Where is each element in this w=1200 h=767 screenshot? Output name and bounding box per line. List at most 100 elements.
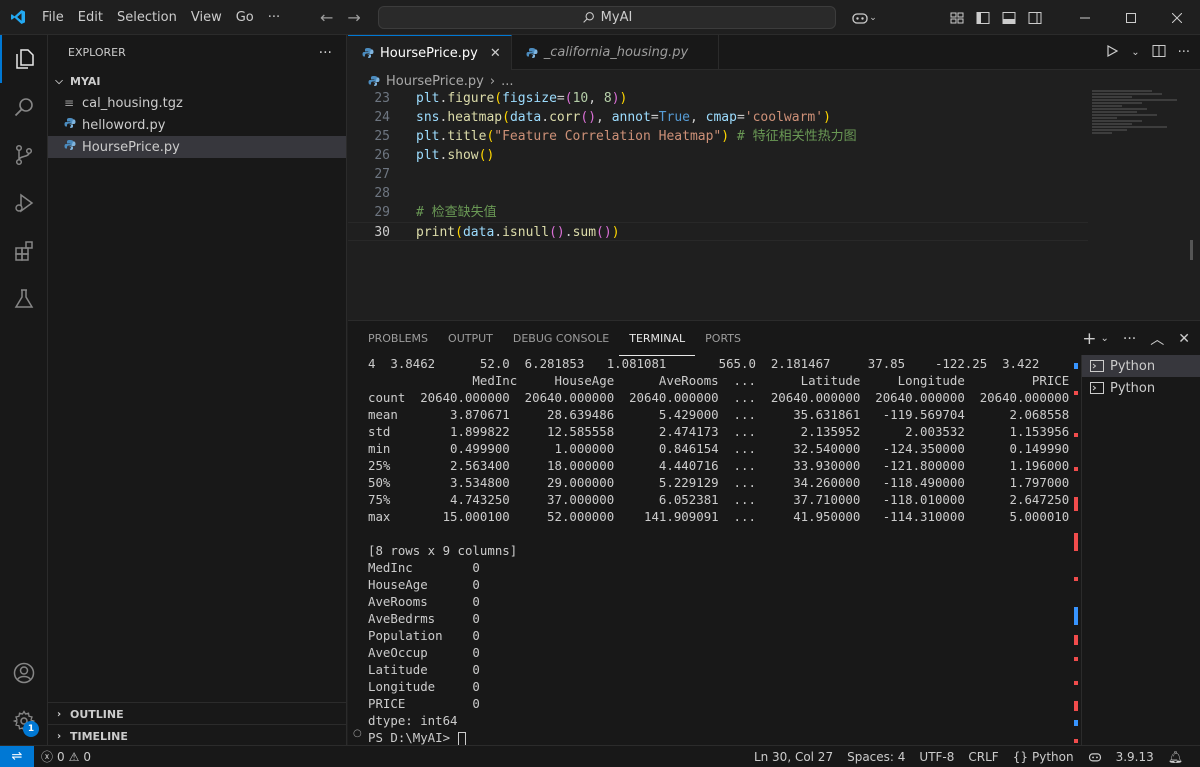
command-center-search[interactable]: MyAI: [378, 6, 836, 29]
menu-selection[interactable]: Selection: [110, 0, 184, 35]
line-number: 27: [374, 167, 390, 182]
outline-section[interactable]: › OUTLINE: [48, 702, 347, 725]
language-mode[interactable]: {} Python: [1006, 750, 1081, 764]
tab-hourseprice[interactable]: HoursePrice.py ✕: [348, 35, 512, 70]
remote-indicator-icon[interactable]: ⇌: [0, 745, 34, 767]
close-icon[interactable]: ✕: [1178, 331, 1190, 347]
tab-output[interactable]: OUTPUT: [438, 321, 503, 356]
code-text: # 检查缺失值: [416, 205, 497, 220]
editor-tabs: HoursePrice.py ✕ _california_housing.py …: [348, 35, 1200, 70]
line-number: 25: [374, 129, 390, 144]
editor-scrollbar[interactable]: [1190, 240, 1193, 260]
explorer-more-icon[interactable]: ···: [319, 45, 332, 61]
split-editor-icon[interactable]: [1152, 44, 1166, 62]
toggle-secondary-sidebar-icon[interactable]: [1022, 0, 1048, 35]
file-item-hourseprice[interactable]: HoursePrice.py: [48, 136, 346, 158]
terminal-instance-python[interactable]: Python: [1082, 377, 1200, 399]
terminal-line: 50% 3.534800 29.000000 5.229129 ... 34.2…: [368, 475, 1070, 490]
terminal-line: max 15.000100 52.000000 141.909091 ... 4…: [368, 509, 1070, 524]
maximize-panel-icon[interactable]: ︿: [1150, 329, 1164, 349]
chevron-down-icon[interactable]: ⌄: [1101, 333, 1109, 344]
back-arrow-icon[interactable]: ←: [320, 8, 333, 27]
terminal-line: Longitude 0: [368, 679, 480, 694]
menu-bar: File Edit Selection View Go ···: [35, 0, 287, 35]
code-line: 26 plt.show(): [348, 146, 1088, 165]
tab-problems[interactable]: PROBLEMS: [358, 321, 438, 356]
run-python-file-icon[interactable]: [1105, 44, 1119, 62]
more-actions-icon[interactable]: ···: [1123, 331, 1136, 347]
timeline-section[interactable]: › TIMELINE: [48, 724, 347, 747]
breadcrumb-file[interactable]: HoursePrice.py: [386, 74, 484, 89]
file-generic-icon: ≡: [64, 96, 75, 110]
flask-icon[interactable]: [0, 275, 48, 323]
panel-tabs: PROBLEMS OUTPUT DEBUG CONSOLE TERMINAL P…: [348, 321, 1200, 356]
problems-indicator[interactable]: ⓧ 0 ⚠ 0: [34, 748, 98, 765]
code-text: plt.title("Feature Correlation Heatmap")…: [416, 129, 857, 144]
gear-icon[interactable]: 1: [0, 697, 48, 745]
terminal-line: HouseAge 0: [368, 577, 480, 592]
indentation[interactable]: Spaces: 4: [840, 750, 912, 764]
file-item-helloword[interactable]: helloword.py: [48, 114, 346, 136]
terminal-name: Python: [1110, 380, 1156, 396]
file-item-cal-housing[interactable]: ≡ cal_housing.tgz: [48, 92, 346, 114]
terminal-line: min 0.499900 1.000000 0.846154 ... 32.54…: [368, 441, 1070, 456]
toggle-primary-sidebar-icon[interactable]: [970, 0, 996, 35]
tab-ports[interactable]: PORTS: [695, 321, 751, 356]
terminal-instance-python[interactable]: Python: [1082, 355, 1200, 377]
code-line: 24 sns.heatmap(data.corr(), annot=True, …: [348, 108, 1088, 127]
menu-view[interactable]: View: [184, 0, 229, 35]
files-icon[interactable]: [0, 35, 48, 83]
line-number: 24: [374, 110, 390, 125]
tab-california-housing[interactable]: _california_housing.py: [512, 35, 720, 70]
folder-header[interactable]: ⌵ MYAI: [48, 70, 346, 92]
minimap[interactable]: [1092, 89, 1192, 159]
cursor-position[interactable]: Ln 30, Col 27: [747, 750, 840, 764]
close-icon[interactable]: ✕: [490, 46, 501, 61]
new-terminal-icon[interactable]: +: [1082, 329, 1096, 349]
forward-arrow-icon[interactable]: →: [347, 8, 360, 27]
code-line: 23 plt.figure(figsize=(10, 8)): [348, 89, 1088, 108]
terminal-line: 75% 4.743250 37.000000 6.052381 ... 37.7…: [368, 492, 1070, 507]
terminal-icon: [1090, 382, 1104, 394]
end-of-line[interactable]: CRLF: [961, 750, 1005, 764]
tab-terminal[interactable]: TERMINAL: [619, 321, 696, 356]
chevron-down-icon[interactable]: ⌄: [1131, 47, 1139, 58]
warning-count: 0: [83, 749, 92, 764]
explorer-sidebar: EXPLORER ··· ⌵ MYAI ≡ cal_housing.tgz he…: [48, 35, 347, 745]
menu-more[interactable]: ···: [261, 0, 287, 35]
outline-title: OUTLINE: [70, 707, 124, 721]
command-decoration-icon[interactable]: ○: [353, 728, 362, 739]
copilot-icon[interactable]: ⌄: [844, 0, 884, 35]
customize-layout-icon[interactable]: [944, 0, 970, 35]
folder-name: MYAI: [70, 74, 101, 88]
line-number: 29: [374, 205, 390, 220]
close-window-button[interactable]: [1154, 0, 1200, 35]
extensions-icon[interactable]: [0, 227, 48, 275]
copilot-status-icon[interactable]: [1081, 751, 1109, 763]
source-control-icon[interactable]: [0, 131, 48, 179]
title-bar: File Edit Selection View Go ··· ← → MyAI…: [0, 0, 1200, 35]
menu-go[interactable]: Go: [229, 0, 261, 35]
breadcrumb: HoursePrice.py › ...: [348, 71, 513, 91]
run-debug-icon[interactable]: [0, 179, 48, 227]
notifications-bell-icon[interactable]: 🔔︎: [1161, 750, 1190, 764]
encoding[interactable]: UTF-8: [912, 750, 961, 764]
terminal-line: MedInc 0: [368, 560, 480, 575]
python-version[interactable]: 3.9.13: [1109, 750, 1161, 764]
menu-file[interactable]: File: [35, 0, 71, 35]
code-line-current: 30 print(data.isnull().sum()): [348, 222, 1088, 241]
minimize-button[interactable]: [1062, 0, 1108, 35]
toggle-panel-icon[interactable]: [996, 0, 1022, 35]
tab-debug-console[interactable]: DEBUG CONSOLE: [503, 321, 619, 356]
maximize-button[interactable]: [1108, 0, 1154, 35]
warning-icon: ⚠: [68, 749, 80, 764]
search-icon[interactable]: [0, 83, 48, 131]
terminal-overview-ruler: [1066, 355, 1078, 745]
breadcrumb-more[interactable]: ...: [501, 74, 513, 89]
terminal-output[interactable]: 4 3.8462 52.0 6.281853 1.081081 565.0 2.…: [368, 355, 1070, 746]
menu-edit[interactable]: Edit: [71, 0, 110, 35]
explorer-title: EXPLORER: [68, 46, 126, 59]
more-actions-icon[interactable]: ···: [1178, 45, 1190, 60]
code-editor[interactable]: 23 plt.figure(figsize=(10, 8)) 24 sns.he…: [348, 89, 1088, 319]
account-icon[interactable]: [0, 649, 48, 697]
